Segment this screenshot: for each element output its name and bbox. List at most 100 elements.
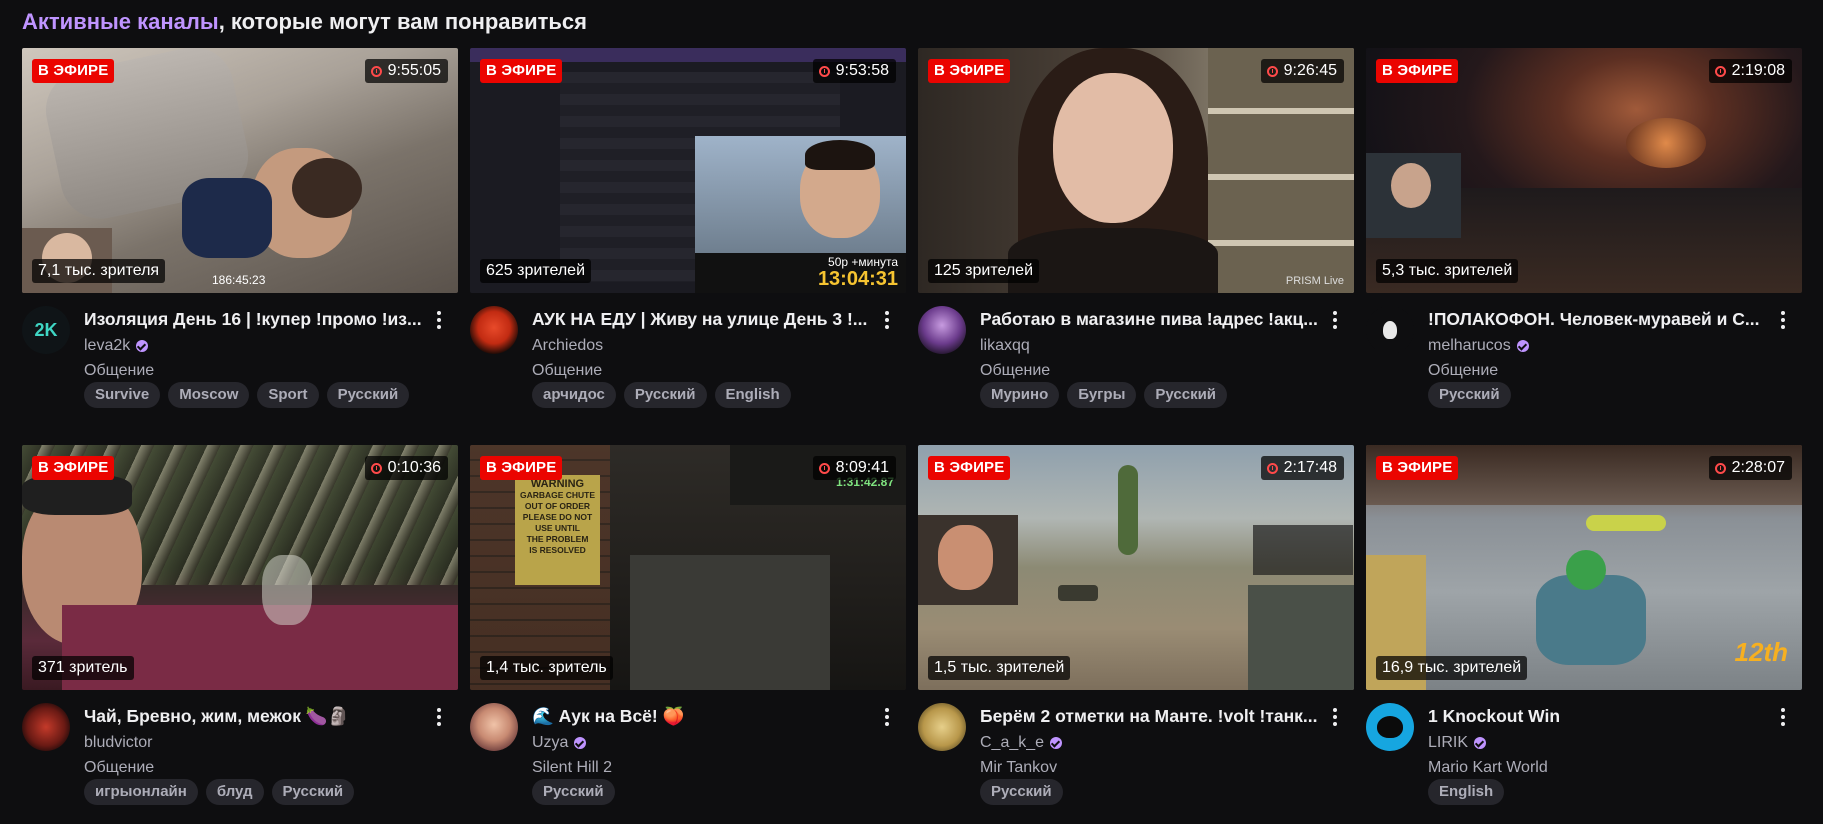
live-badge: В ЭФИРЕ [480, 59, 563, 83]
clock-icon [1714, 462, 1726, 474]
viewer-count: 7,1 тыс. зрителя [32, 259, 166, 283]
tag[interactable]: Русский [1428, 382, 1511, 408]
uptime-badge: 9:55:05 [364, 59, 448, 83]
avatar[interactable] [918, 306, 966, 354]
verified-icon [1516, 340, 1529, 352]
stream-thumbnail[interactable]: В ЭФИРЕ 0:10:36 371 зритель [22, 445, 458, 690]
stream-thumbnail[interactable]: PRISM Live В ЭФИРЕ 9:26:45 125 зрителей [918, 48, 1354, 293]
stream-title[interactable]: 🌊 Аук на Всё! 🍑 [532, 705, 872, 727]
tag[interactable]: Русский [1144, 382, 1228, 408]
tag[interactable]: блуд [205, 779, 264, 805]
more-options-icon[interactable] [1326, 309, 1344, 331]
uptime-value: 9:26:45 [1283, 62, 1337, 79]
tag-list: игрыонлайн блуд Русский [84, 779, 355, 805]
verified-icon [574, 737, 587, 749]
tag[interactable]: Русский [623, 382, 707, 408]
category-link[interactable]: Общение [980, 361, 1050, 381]
category-link[interactable]: Silent Hill 2 [532, 758, 612, 778]
viewer-count: 125 зрителей [928, 259, 1039, 283]
channel-name-link[interactable]: Archiedos [532, 336, 603, 356]
channel-name-link[interactable]: bludvictor [84, 733, 152, 753]
thumbnail-image: 50р +минута 13:04:31 [470, 48, 906, 293]
tag[interactable]: Русский [271, 779, 355, 805]
uptime-value: 9:55:05 [387, 62, 441, 79]
more-options-icon[interactable] [430, 706, 448, 728]
uptime-badge: 0:10:36 [364, 456, 448, 480]
channel-name-link[interactable]: likaxqq [980, 336, 1030, 356]
category-link[interactable]: Общение [84, 361, 154, 381]
channel-name-link[interactable]: LIRIK [1428, 733, 1487, 753]
stream-title[interactable]: Чай, Бревно, жим, межок 🍆🗿 [84, 705, 424, 727]
uptime-badge: 2:28:07 [1708, 456, 1792, 480]
stream-title[interactable]: !ПОЛАКОФОН. Человек-муравей и С... [1428, 308, 1768, 330]
channel-name-link[interactable]: C_a_k_e [980, 733, 1063, 753]
clock-icon [818, 65, 830, 77]
tag[interactable]: Мурино [980, 382, 1060, 408]
more-options-icon[interactable] [878, 309, 896, 331]
tag[interactable]: Русский [532, 779, 615, 805]
stream-thumbnail[interactable]: 12th В ЭФИРЕ 2:28:07 16,9 тыс. зрителей [1366, 445, 1802, 690]
section-title: Активные каналы, которые могут вам понра… [22, 6, 587, 38]
more-options-icon[interactable] [878, 706, 896, 728]
tag[interactable]: Русский [326, 382, 410, 408]
overlay-caption: 50р +минута [828, 255, 898, 269]
stream-title[interactable]: Берём 2 отметки на Манте. !volt !танк... [980, 705, 1320, 727]
stream-title[interactable]: АУК НА ЕДУ | Живу на улице День 3 !... [532, 308, 872, 330]
viewer-count: 16,9 тыс. зрителей [1376, 656, 1528, 680]
more-options-icon[interactable] [1326, 706, 1344, 728]
stream-thumbnail[interactable]: WARNING GARBAGE CHUTE OUT OF ORDER PLEAS… [470, 445, 906, 690]
tag[interactable]: English [714, 382, 791, 408]
tag[interactable]: English [1428, 779, 1505, 805]
verified-icon [1474, 737, 1487, 749]
tag[interactable]: Survive [84, 382, 161, 408]
clock-icon [370, 65, 382, 77]
avatar[interactable]: 2K [22, 306, 70, 354]
more-options-icon[interactable] [1774, 309, 1792, 331]
avatar[interactable] [470, 306, 518, 354]
stream-thumbnail[interactable]: 186:45:23 В ЭФИРЕ 9:55:05 7,1 тыс. зрите… [22, 48, 458, 293]
stream-title[interactable]: 1 Knockout Win [1428, 705, 1768, 727]
channel-name: Archiedos [532, 337, 604, 354]
stream-info: АУК НА ЕДУ | Живу на улице День 3 !... A… [470, 293, 906, 427]
category-link[interactable]: Mir Tankov [980, 758, 1057, 778]
avatar[interactable] [470, 703, 518, 751]
category-link[interactable]: Общение [532, 361, 602, 381]
tag[interactable]: Sport [257, 382, 319, 408]
tag[interactable]: Русский [980, 779, 1063, 805]
stream-thumbnail[interactable]: 50р +минута 13:04:31 В ЭФИРЕ 9:53:58 625… [470, 48, 906, 293]
channel-name: leva2k [84, 337, 131, 354]
live-badge: В ЭФИРЕ [1376, 456, 1459, 480]
category-link[interactable]: Общение [84, 758, 154, 778]
channel-name-link[interactable]: leva2k [84, 336, 149, 356]
stream-title[interactable]: Работаю в магазине пива !адрес !акц... [980, 308, 1320, 330]
sign-line: IS RESOLVED [529, 545, 586, 555]
tag[interactable]: Moscow [168, 382, 250, 408]
stream-card: В ЭФИРЕ 2:19:08 5,3 тыс. зрителей !ПОЛАК… [1366, 48, 1802, 427]
uptime-badge: 9:53:58 [812, 59, 896, 83]
sign-line: OUT OF ORDER [524, 501, 591, 511]
section-title-link[interactable]: Активные каналы [22, 9, 219, 34]
stream-thumbnail[interactable]: В ЭФИРЕ 2:17:48 1,5 тыс. зрителей [918, 445, 1354, 690]
avatar[interactable] [22, 703, 70, 751]
more-options-icon[interactable] [1774, 706, 1792, 728]
tag[interactable]: игрыонлайн [84, 779, 198, 805]
stream-title[interactable]: Изоляция День 16 | !купер !промо !из... [84, 308, 424, 330]
stream-thumbnail[interactable]: В ЭФИРЕ 2:19:08 5,3 тыс. зрителей [1366, 48, 1802, 293]
clock-icon [1714, 65, 1726, 77]
avatar[interactable] [918, 703, 966, 751]
verified-icon [136, 340, 149, 352]
avatar[interactable] [1366, 306, 1414, 354]
avatar[interactable] [1366, 703, 1414, 751]
channel-name-link[interactable]: melharucos [1428, 336, 1529, 356]
tag[interactable]: Бугры [1067, 382, 1137, 408]
overlay-position: 12th [1734, 637, 1788, 667]
tag[interactable]: арчидос [532, 382, 616, 408]
section-title-rest: , которые могут вам понравиться [218, 9, 587, 34]
category-link[interactable]: Mario Kart World [1428, 758, 1548, 778]
thumbnail-image: 186:45:23 [22, 48, 458, 293]
category-link[interactable]: Общение [1428, 361, 1498, 381]
live-badge: В ЭФИРЕ [928, 456, 1011, 480]
more-options-icon[interactable] [430, 309, 448, 331]
thumbnail-image [22, 445, 458, 690]
channel-name-link[interactable]: Uzya [532, 733, 587, 753]
